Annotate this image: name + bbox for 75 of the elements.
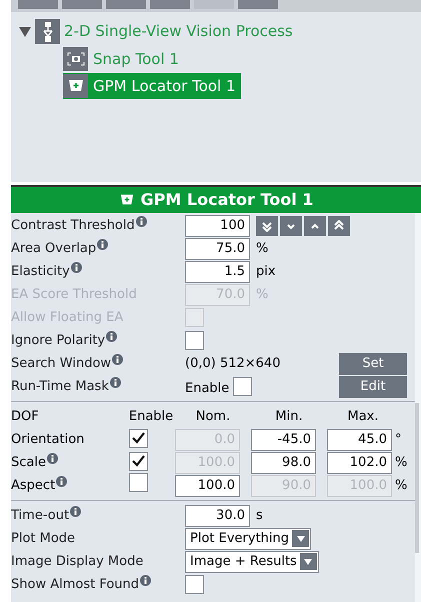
checkbox[interactable] — [129, 472, 148, 492]
chevron-down-icon — [261, 220, 273, 232]
setting-label: Area Overlap — [11, 240, 96, 258]
stepper-button[interactable] — [256, 216, 278, 236]
unit-label: ° — [395, 430, 402, 449]
dropdown[interactable]: Plot Everything — [185, 528, 312, 550]
info-icon[interactable] — [46, 452, 58, 464]
column-header: DOF — [11, 408, 40, 426]
number-field[interactable]: 75.0 — [185, 238, 250, 260]
column-header: Max. — [347, 408, 378, 426]
action-button[interactable]: Set — [339, 352, 407, 374]
unit-label: % — [256, 240, 268, 258]
number-field[interactable]: -45.0 — [251, 428, 316, 450]
info-icon[interactable] — [112, 354, 124, 365]
chevron-up-icon — [333, 220, 345, 232]
number-field[interactable]: 30.0 — [185, 504, 250, 526]
unit-label: s — [256, 506, 263, 525]
number-field[interactable]: 45.0 — [327, 428, 392, 450]
panel-title: GPM Locator Tool 1 — [140, 189, 314, 211]
info-icon[interactable] — [140, 574, 152, 586]
setting-label: Show Almost Found — [11, 576, 140, 594]
checkbox[interactable] — [233, 377, 252, 396]
stepper-button[interactable] — [304, 216, 326, 236]
dropdown-arrow-icon — [304, 558, 312, 564]
check-icon — [132, 432, 145, 444]
info-icon[interactable] — [70, 506, 82, 517]
setting-label: Search Window — [11, 354, 112, 373]
check-label: Enable — [185, 380, 230, 398]
setting-label: EA Score Threshold — [11, 286, 137, 304]
info-icon[interactable] — [136, 216, 147, 227]
checkbox[interactable] — [185, 575, 204, 594]
info-icon[interactable] — [70, 262, 82, 273]
column-header: Min. — [275, 408, 303, 426]
info-icon[interactable] — [56, 476, 68, 487]
locator-icon — [118, 193, 135, 207]
setting-label: Contrast Threshold — [11, 216, 135, 235]
number-field[interactable]: 100.0 — [175, 474, 240, 496]
check-icon — [132, 455, 145, 467]
setting-label: Image Display Mode — [11, 552, 144, 571]
unit-label: pix — [256, 262, 276, 281]
action-button[interactable]: Edit — [339, 376, 407, 398]
dof-label: Orientation — [11, 430, 84, 449]
locator-icon — [66, 78, 84, 94]
setting-label: Ignore Polarity — [11, 332, 106, 350]
unit-label: % — [395, 454, 408, 472]
info-icon[interactable] — [97, 238, 108, 250]
unit-label: % — [395, 476, 408, 495]
number-field[interactable]: 98.0 — [251, 452, 316, 474]
number-field[interactable]: 102.0 — [327, 452, 392, 474]
dropdown-arrow-icon — [296, 536, 305, 542]
tree-item[interactable]: GPM Locator Tool 1 — [63, 73, 241, 99]
setting-label: Run-Time Mask — [11, 378, 109, 396]
number-field[interactable]: 100 — [185, 214, 250, 236]
camera-icon — [66, 52, 84, 66]
info-icon[interactable] — [110, 376, 121, 388]
process-icon — [35, 19, 60, 44]
setting-label: Time-out — [11, 506, 70, 525]
checkbox[interactable] — [129, 428, 148, 448]
number-field[interactable]: 1.5 — [185, 260, 250, 282]
expanded-arrow-icon[interactable] — [19, 26, 31, 36]
checkbox[interactable] — [129, 452, 148, 470]
setting-label: Allow Floating EA — [11, 308, 124, 327]
setting-label: Plot Mode — [11, 530, 76, 548]
stepper-button[interactable] — [328, 216, 350, 236]
stepper-button[interactable] — [280, 216, 302, 236]
checkbox[interactable] — [185, 331, 204, 350]
column-header: Nom. — [196, 408, 230, 426]
dropdown[interactable]: Image + Results — [185, 550, 319, 572]
value-text: (0,0) 512×640 — [185, 354, 280, 373]
setting-label: Elasticity — [11, 262, 70, 281]
dof-label: Scale — [11, 454, 46, 472]
dof-label: Aspect — [11, 476, 56, 495]
column-header: Enable — [128, 408, 174, 426]
info-icon[interactable] — [106, 330, 118, 342]
unit-label: % — [256, 286, 268, 304]
